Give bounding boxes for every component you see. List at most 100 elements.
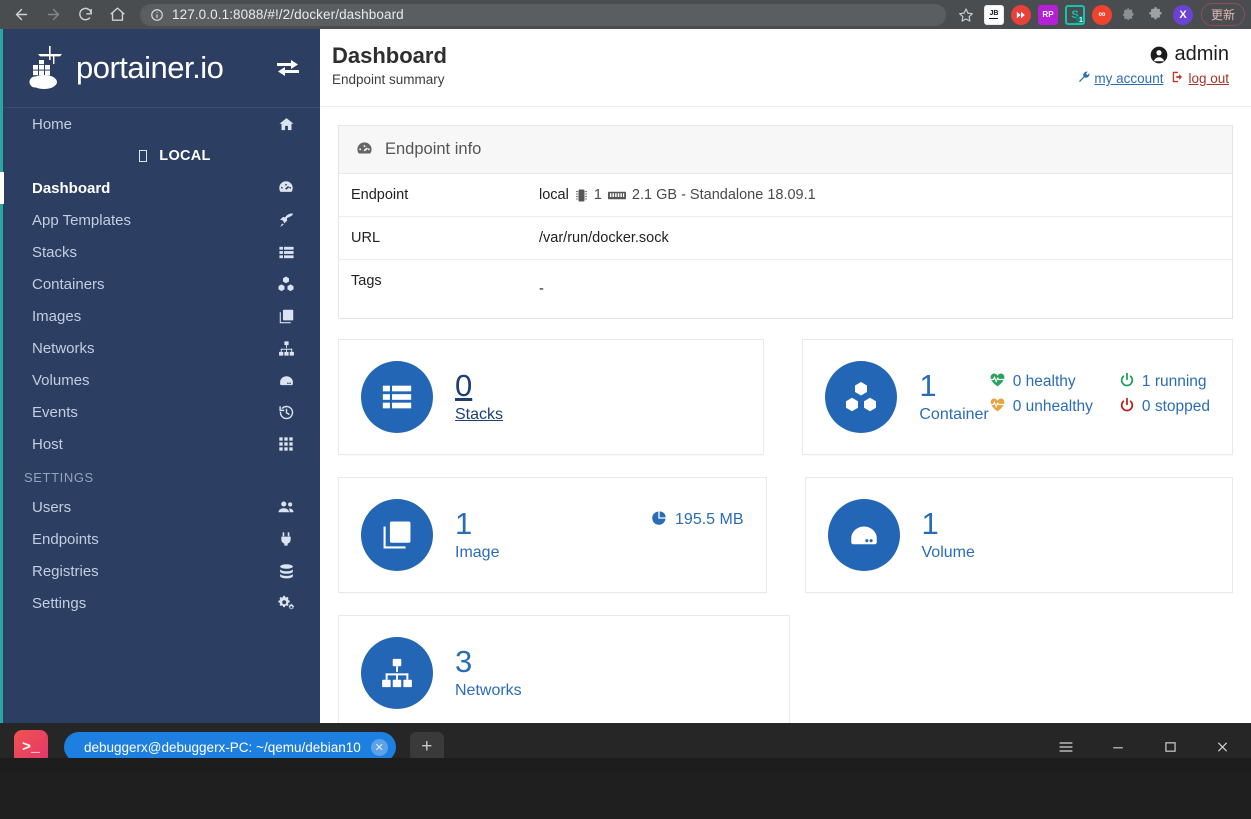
- containers-count: 1: [919, 367, 937, 403]
- puzzle-extension-icon[interactable]: [1146, 5, 1166, 25]
- infinity-extension-icon[interactable]: ∞: [1091, 4, 1112, 25]
- card-row-2: 1 Image 195.5 MB 1 Volume: [338, 477, 1233, 593]
- endpoint-badge-label: LOCAL: [159, 148, 211, 164]
- card-row-3: 3 Networks: [338, 615, 1233, 731]
- rocket-icon: [274, 212, 298, 229]
- unhealthy-stat: 0 unhealthy: [989, 397, 1093, 418]
- sidebar-item-containers[interactable]: Containers: [0, 268, 320, 300]
- bookmark-button[interactable]: [952, 2, 980, 28]
- close-icon[interactable]: ✕: [370, 738, 388, 756]
- home-button[interactable]: [102, 2, 132, 28]
- reload-button[interactable]: [70, 2, 100, 28]
- dashboard-icon: [355, 140, 374, 159]
- sidebar-item-endpoints[interactable]: Endpoints: [0, 523, 320, 555]
- portainer-logo: portainer.io: [28, 44, 224, 92]
- row-key: Tags: [351, 273, 382, 289]
- x-extension-label: X: [1179, 8, 1187, 21]
- sidebar-item-images[interactable]: Images: [0, 300, 320, 332]
- jetbrains-extension-label: JB: [989, 9, 999, 17]
- volumes-card[interactable]: 1 Volume: [804, 477, 1233, 593]
- sidebar-item-registries[interactable]: Registries: [0, 555, 320, 587]
- networks-count: 3: [455, 643, 473, 679]
- running-text: 1 running: [1141, 373, 1207, 391]
- networks-card[interactable]: 3 Networks: [338, 615, 790, 731]
- minimize-icon[interactable]: [1109, 738, 1127, 756]
- history-icon: [274, 404, 298, 421]
- grid-icon: [274, 436, 298, 452]
- images-card[interactable]: 1 Image 195.5 MB: [338, 477, 767, 593]
- address-bar-text: 127.0.0.1:8088/#!/2/docker/dashboard: [172, 7, 404, 22]
- rp-extension-icon[interactable]: RP: [1037, 4, 1058, 25]
- s-extension-badge: 1: [1075, 15, 1083, 23]
- collapse-sidebar-icon[interactable]: [276, 58, 300, 78]
- images-icon: [274, 308, 298, 325]
- my-account-label: my account: [1094, 71, 1164, 86]
- sidebar-item-stacks[interactable]: Stacks: [0, 236, 320, 268]
- cpu-count: 1: [593, 187, 602, 203]
- maximize-icon[interactable]: [1161, 738, 1179, 756]
- address-bar[interactable]: 127.0.0.1:8088/#!/2/docker/dashboard: [140, 3, 946, 26]
- tags-row: Tags -: [339, 260, 1232, 318]
- pie-chart-icon: [651, 510, 667, 531]
- row-key: Endpoint: [351, 187, 409, 203]
- home-icon: [109, 7, 125, 21]
- sidebar-item-home[interactable]: Home: [0, 108, 320, 140]
- sidebar-item-users[interactable]: Users: [0, 491, 320, 523]
- sidebar-item-events[interactable]: Events: [0, 396, 320, 428]
- gear-extension-icon[interactable]: [1119, 5, 1139, 25]
- browser-toolbar: 127.0.0.1:8088/#!/2/docker/dashboard JB …: [0, 0, 1251, 29]
- images-size-line: 195.5 MB: [651, 510, 744, 531]
- x-extension-icon[interactable]: X: [1172, 4, 1193, 25]
- home-icon: [274, 116, 298, 133]
- list-icon: [274, 244, 298, 261]
- network-icon: [361, 637, 433, 709]
- containers-stats: 0 healthy 1 running 0 unhealthy 0 stoppe…: [989, 370, 1210, 418]
- youtube-extension-icon[interactable]: [1010, 4, 1031, 25]
- sidebar-item-dashboard[interactable]: Dashboard: [0, 172, 320, 204]
- volumes-count-block[interactable]: 1 Volume: [922, 507, 975, 563]
- containers-count-block[interactable]: 1 Container: [919, 367, 988, 425]
- gears-icon: [274, 594, 298, 612]
- sidebar-item-label: App Templates: [32, 211, 131, 229]
- page-header: Dashboard Endpoint summary admin my acco…: [320, 29, 1251, 107]
- row-value: -: [539, 281, 544, 297]
- user-info[interactable]: admin: [1077, 43, 1229, 66]
- stopped-stat: 0 stopped: [1119, 397, 1210, 418]
- list-icon: [361, 361, 433, 433]
- sidebar-item-label: Stacks: [32, 243, 78, 261]
- forward-button[interactable]: [38, 2, 68, 28]
- user-circle-icon: [1150, 46, 1167, 63]
- puzzle-icon: [1149, 7, 1163, 20]
- s-extension-icon[interactable]: S 1: [1064, 4, 1085, 25]
- stacks-link[interactable]: 0 Stacks: [455, 367, 503, 425]
- log-out-link[interactable]: log out: [1171, 70, 1229, 87]
- containers-card[interactable]: 1 Container 0 healthy 1 running 0 unheal…: [802, 339, 1233, 455]
- stacks-count: 0: [455, 367, 473, 403]
- jetbrains-extension-icon[interactable]: JB: [983, 4, 1004, 25]
- images-count: 1: [455, 505, 473, 541]
- update-button[interactable]: 更新: [1200, 3, 1245, 26]
- volume-icon: [274, 372, 298, 389]
- sidebar-item-settings[interactable]: Settings: [0, 587, 320, 619]
- info-circle-icon[interactable]: [150, 8, 164, 22]
- volumes-card-body: 1 Volume: [922, 507, 1211, 563]
- sidebar-item-volumes[interactable]: Volumes: [0, 364, 320, 396]
- close-icon[interactable]: [1213, 738, 1231, 756]
- my-account-link[interactable]: my account: [1077, 70, 1163, 87]
- reload-icon: [78, 7, 92, 21]
- sidebar-logo-area[interactable]: portainer.io: [0, 29, 320, 107]
- networks-count-block[interactable]: 3 Networks: [455, 643, 522, 701]
- containers-stat-grid: 0 healthy 1 running 0 unhealthy 0 stoppe…: [989, 372, 1210, 418]
- back-button[interactable]: [6, 2, 36, 28]
- sidebar-endpoint-badge[interactable]: LOCAL: [0, 140, 320, 172]
- stacks-card[interactable]: 0 Stacks: [338, 339, 765, 455]
- hamburger-menu-icon[interactable]: [1057, 738, 1075, 756]
- sidebar: portainer.io Home LOCAL Dashboard App Te…: [0, 29, 320, 771]
- sidebar-item-networks[interactable]: Networks: [0, 332, 320, 364]
- page-header-left: Dashboard Endpoint summary: [332, 43, 447, 87]
- images-count-block[interactable]: 1 Image: [455, 505, 499, 563]
- sidebar-item-host[interactable]: Host: [0, 428, 320, 460]
- sidebar-item-app-templates[interactable]: App Templates: [0, 204, 320, 236]
- stacks-card-body: 0 Stacks: [455, 367, 741, 425]
- images-size: 195.5 MB: [675, 511, 744, 529]
